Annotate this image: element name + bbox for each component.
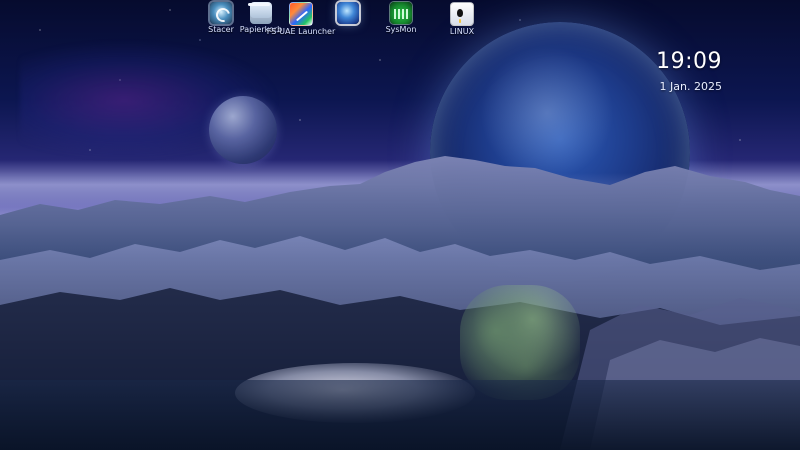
- globe-icon: [337, 2, 359, 24]
- clock-date: 1 Jan. 2025: [659, 80, 722, 93]
- sysmon-icon: [390, 2, 412, 24]
- desktop-icon-label: LINUX: [449, 27, 475, 36]
- clock-widget: 19:09 1 Jan. 2025: [656, 50, 722, 94]
- desktop-icon-linux[interactable]: LINUX: [423, 2, 501, 36]
- clock-time: 19:09: [656, 49, 722, 74]
- document-icon: [450, 2, 474, 26]
- water: [0, 380, 800, 450]
- desktop-icon-label: FS-UAE Launcher: [266, 27, 336, 36]
- desktop: Stacer Papierkorb FS-UAE Launcher SysMon…: [0, 0, 800, 450]
